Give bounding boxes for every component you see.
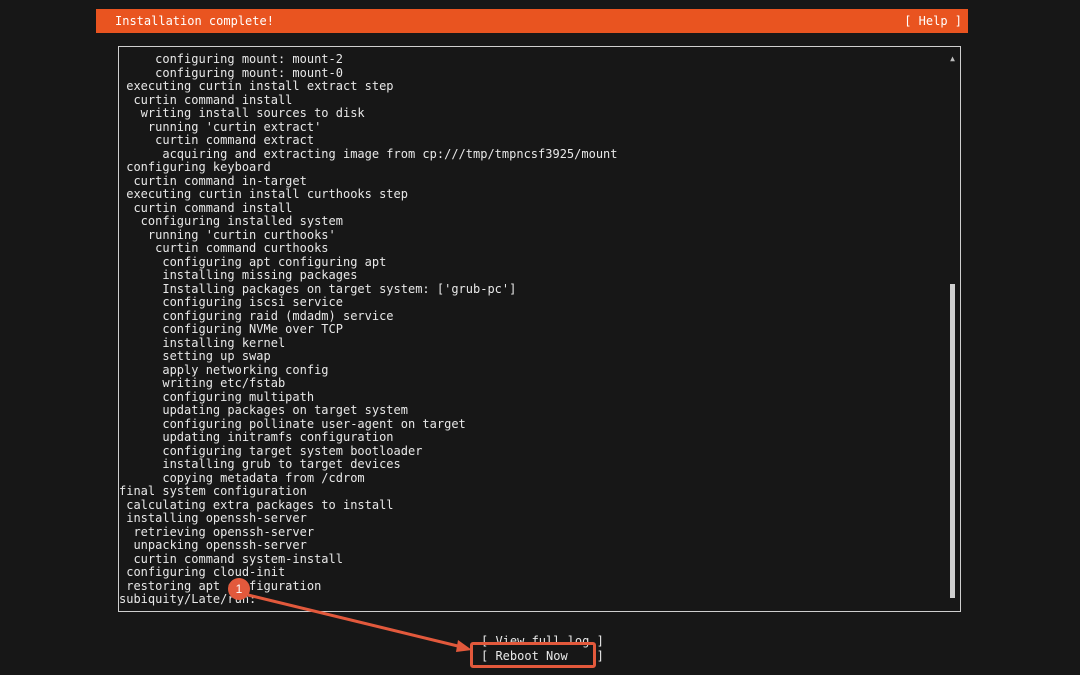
- log-line: calculating extra packages to install: [119, 497, 394, 512]
- log-line: copying metadata from /cdrom: [119, 470, 365, 485]
- log-line: configuring cloud-init: [119, 565, 286, 579]
- log-line: curtin command in-target: [119, 173, 307, 188]
- annotation-badge: 1: [228, 578, 250, 600]
- log-line: unpacking openssh-server: [119, 538, 307, 552]
- log-line: configuring iscsi service: [119, 295, 343, 309]
- log-line: configuring keyboard: [119, 160, 271, 174]
- log-line: curtin command extract: [119, 133, 315, 147]
- log-line: subiquity/Late/run:: [119, 592, 257, 606]
- log-line: configuring installed system: [119, 214, 343, 228]
- log-line: updating initramfs configuration: [119, 430, 394, 444]
- scroll-up-icon[interactable]: ▲: [949, 55, 956, 63]
- log-line: writing install sources to disk: [119, 106, 365, 120]
- log-line: final system configuration: [119, 484, 307, 498]
- log-scrollbar[interactable]: ▲: [949, 51, 956, 607]
- log-line: installing grub to target devices: [119, 457, 401, 471]
- log-line: configuring target system bootloader: [119, 443, 423, 458]
- log-line: configuring raid (mdadm) service: [119, 308, 394, 323]
- log-line: executing curtin install curthooks step: [119, 187, 408, 201]
- reboot-now-button[interactable]: [ Reboot Now ]: [481, 649, 604, 663]
- help-button[interactable]: [ Help ]: [904, 9, 962, 33]
- log-line: installing kernel: [119, 335, 286, 350]
- log-line: curtin command system-install: [119, 551, 343, 566]
- log-line: retrieving openssh-server: [119, 524, 315, 539]
- log-line: setting up swap: [119, 349, 271, 363]
- page-title: Installation complete!: [115, 14, 274, 28]
- log-line: apply networking config: [119, 362, 329, 377]
- log-line: restoring apt configuration: [119, 578, 322, 593]
- log-line: configuring mount: mount-0: [119, 65, 343, 80]
- log-line: installing openssh-server: [119, 511, 307, 525]
- annotation-arrow-head: [456, 640, 472, 652]
- installer-screen: Installation complete! [ Help ] configur…: [0, 0, 1080, 675]
- header-bar: Installation complete! [ Help ]: [96, 9, 968, 33]
- log-line: executing curtin install extract step: [119, 79, 394, 93]
- view-full-log-button[interactable]: [ View full log ]: [481, 634, 604, 648]
- scroll-thumb[interactable]: [950, 284, 955, 598]
- log-line: curtin command curthooks: [119, 241, 329, 255]
- log-line: configuring multipath: [119, 389, 315, 404]
- install-log-panel[interactable]: configuring mount: mount-2 configuring m…: [118, 46, 961, 612]
- log-line: curtin command install: [119, 92, 293, 107]
- log-line: running 'curtin curthooks': [119, 227, 336, 242]
- log-lines: configuring mount: mount-2 configuring m…: [119, 52, 618, 607]
- log-line: Installing packages on target system: ['…: [119, 281, 517, 296]
- log-line: configuring mount: mount-2: [119, 52, 343, 66]
- log-line: installing missing packages: [119, 268, 358, 282]
- log-line: running 'curtin extract': [119, 119, 322, 134]
- log-line: curtin command install: [119, 200, 293, 215]
- log-line: updating packages on target system: [119, 403, 408, 417]
- log-line: configuring NVMe over TCP: [119, 322, 343, 336]
- log-line: configuring apt configuring apt: [119, 254, 387, 269]
- log-line: configuring pollinate user-agent on targ…: [119, 416, 466, 431]
- log-line: writing etc/fstab: [119, 376, 286, 390]
- log-line: acquiring and extracting image from cp:/…: [119, 146, 618, 161]
